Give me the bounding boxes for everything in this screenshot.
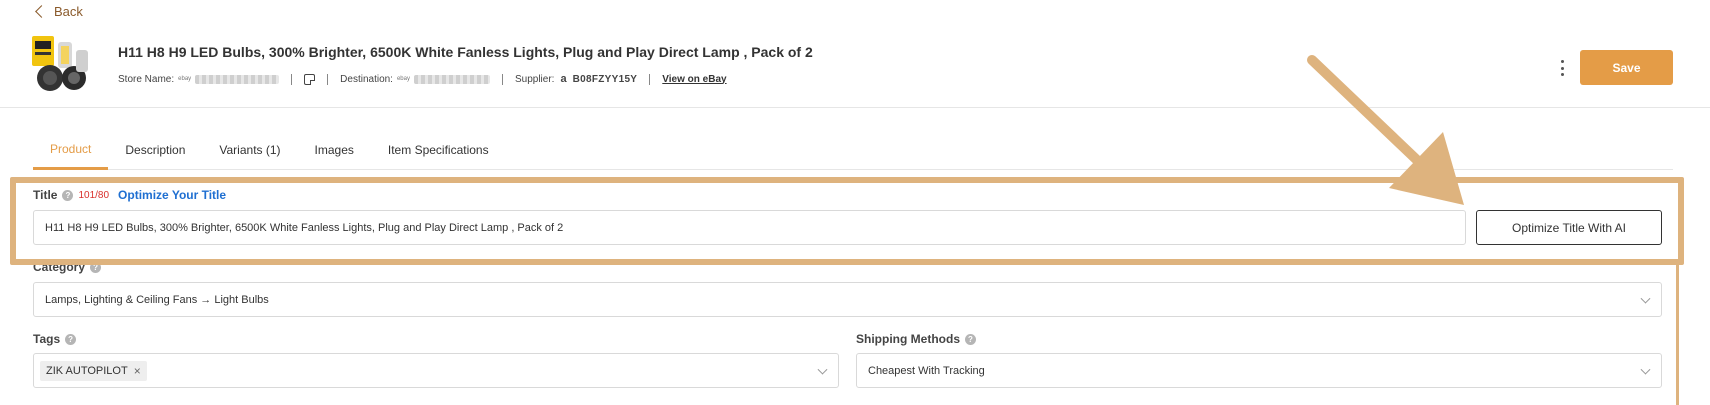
supplier-id: B08FZYY15Y bbox=[572, 73, 638, 85]
product-meta: Store Name: ebay Destination: ebay Suppl… bbox=[118, 73, 727, 85]
tab-description[interactable]: Description bbox=[108, 130, 202, 169]
title-char-count: 101/80 bbox=[78, 189, 110, 201]
chevron-down-icon bbox=[1640, 293, 1651, 304]
ebay-destination-logo: ebay bbox=[396, 76, 410, 82]
destination-label: Destination: bbox=[340, 73, 393, 85]
optimize-title-ai-button[interactable]: Optimize Title With AI bbox=[1476, 210, 1662, 245]
tab-images[interactable]: Images bbox=[298, 130, 371, 169]
help-icon[interactable]: ? bbox=[965, 333, 976, 345]
highlight-edge bbox=[1676, 262, 1679, 405]
chevron-left-icon bbox=[35, 5, 48, 18]
close-icon[interactable]: × bbox=[134, 364, 141, 378]
destination-redacted bbox=[413, 74, 490, 84]
title-label: Title bbox=[33, 188, 58, 202]
store-label: Store Name: bbox=[118, 73, 175, 85]
product-header: H11 H8 H9 LED Bulbs, 300% Brighter, 6500… bbox=[0, 28, 1710, 108]
tab-item-specifications[interactable]: Item Specifications bbox=[371, 130, 506, 169]
tags-select[interactable]: ZIK AUTOPILOT × bbox=[33, 353, 839, 388]
title-field-label: Title ? 101/80 Optimize Your Title bbox=[33, 188, 226, 202]
shipping-label: Shipping Methods bbox=[856, 332, 960, 346]
shipping-select[interactable]: Cheapest With Tracking bbox=[856, 353, 1662, 388]
ebay-store-logo: ebay bbox=[178, 76, 192, 82]
save-button[interactable]: Save bbox=[1580, 50, 1673, 85]
view-on-ebay-link[interactable]: View on eBay bbox=[662, 74, 726, 85]
note-icon[interactable] bbox=[304, 73, 316, 85]
tags-field-label: Tags ? bbox=[33, 332, 77, 346]
amazon-icon: a bbox=[560, 73, 567, 85]
title-input[interactable]: H11 H8 H9 LED Bulbs, 300% Brighter, 6500… bbox=[33, 210, 1466, 245]
product-thumbnail bbox=[32, 36, 88, 91]
tag-chip-label: ZIK AUTOPILOT bbox=[46, 364, 128, 377]
category-select[interactable]: Lamps, Lighting & Ceiling Fans → Light B… bbox=[33, 282, 1662, 317]
tab-variants[interactable]: Variants (1) bbox=[202, 130, 297, 169]
product-title: H11 H8 H9 LED Bulbs, 300% Brighter, 6500… bbox=[118, 44, 813, 60]
tags-label: Tags bbox=[33, 332, 61, 346]
category-field-label: Category ? bbox=[33, 260, 102, 274]
chevron-down-icon bbox=[1640, 364, 1651, 375]
tag-chip: ZIK AUTOPILOT × bbox=[40, 360, 147, 381]
chevron-down-icon bbox=[817, 364, 828, 375]
category-label: Category bbox=[33, 260, 86, 274]
supplier-label: Supplier: bbox=[514, 73, 555, 85]
shipping-field-label: Shipping Methods ? bbox=[856, 332, 976, 346]
help-icon[interactable]: ? bbox=[90, 261, 102, 273]
kebab-menu-icon[interactable] bbox=[1556, 58, 1568, 78]
store-name-redacted bbox=[195, 74, 280, 84]
back-link[interactable]: Back bbox=[34, 4, 83, 19]
shipping-value: Cheapest With Tracking bbox=[868, 364, 985, 377]
tab-product[interactable]: Product bbox=[33, 130, 109, 170]
help-icon[interactable]: ? bbox=[62, 189, 74, 201]
tab-bar: Product Description Variants (1) Images … bbox=[33, 130, 1673, 170]
back-label: Back bbox=[54, 4, 83, 19]
help-icon[interactable]: ? bbox=[65, 333, 77, 345]
category-value: Lamps, Lighting & Ceiling Fans → Light B… bbox=[45, 293, 269, 306]
optimize-title-link[interactable]: Optimize Your Title bbox=[118, 188, 226, 202]
